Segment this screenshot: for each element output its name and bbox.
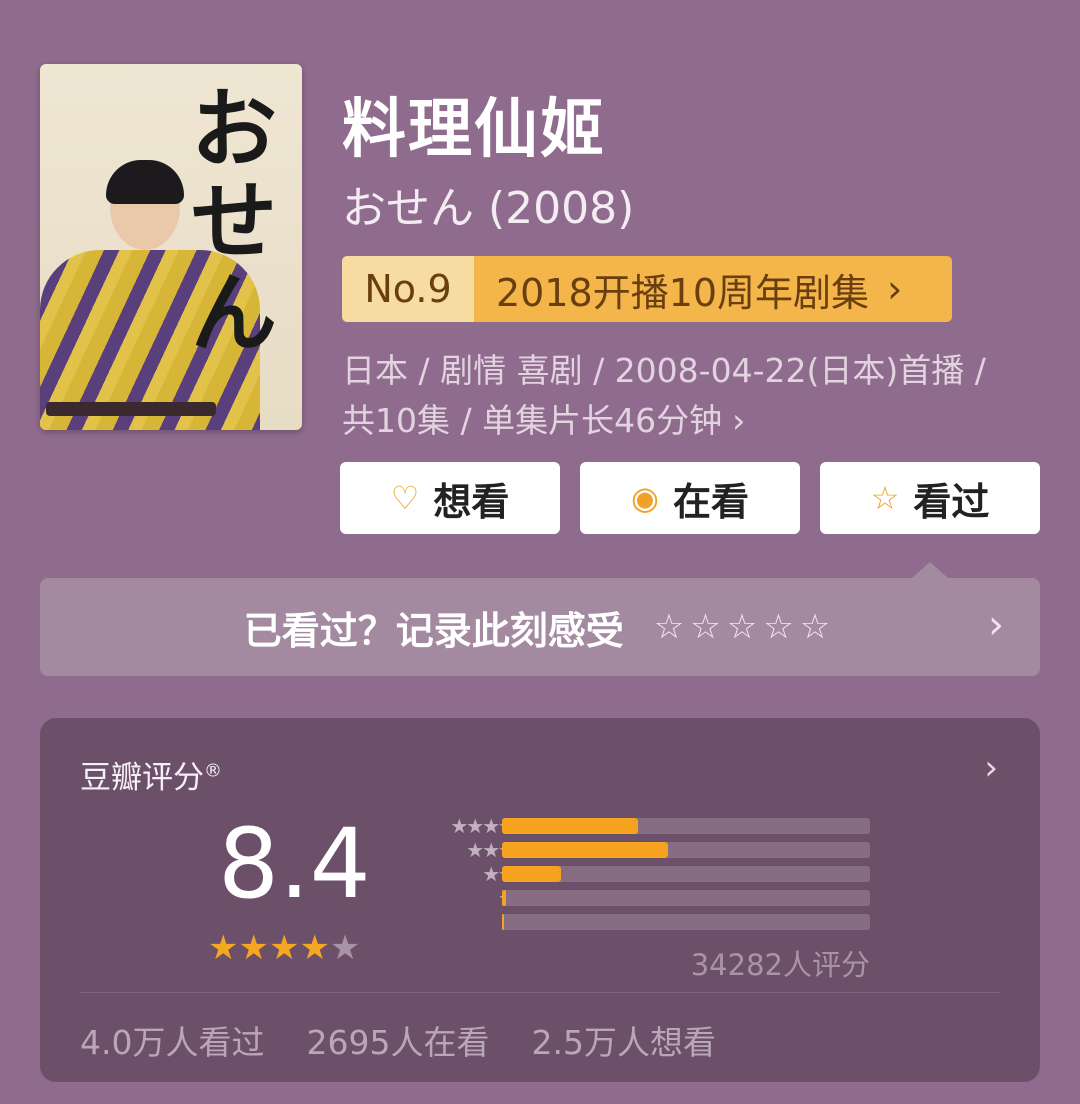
watched-count[interactable]: 4.0万人看过 (80, 1016, 264, 1064)
distribution-track (502, 914, 870, 930)
record-feeling-bar[interactable]: 已看过？记录此刻感受 ☆☆☆☆☆ › (40, 578, 1040, 676)
distribution-row-2: ★★ (380, 886, 872, 910)
distribution-track (502, 818, 870, 834)
watching-label: 在看 (672, 479, 749, 524)
distribution-row-1: ★ (380, 910, 872, 934)
record-bar-pointer (912, 562, 948, 578)
watching-count[interactable]: 2695人在看 (306, 1016, 489, 1064)
douban-rating-card[interactable]: 豆瓣评分® › 8.4 ★★★★★ ★★★★★ ★★★★ ★★★ ★★ ★ 34… (40, 718, 1040, 1082)
poster-tray (46, 402, 216, 416)
chevron-right-icon: › (887, 267, 903, 311)
vote-count: 34282人评分 (690, 948, 870, 982)
distribution-bar-2 (502, 890, 506, 906)
distribution-track (502, 890, 870, 906)
audience-stats: 4.0万人看过 2695人在看 2.5万人想看 (80, 1016, 716, 1064)
rating-score: 8.4 (218, 808, 371, 920)
chevron-right-icon: › (732, 401, 746, 440)
ranking-label: 2018开播10周年剧集 › (474, 256, 952, 322)
page-title: 料理仙姬 (342, 93, 606, 167)
distribution-track (502, 866, 870, 882)
original-title: おせん (2008) (342, 183, 635, 234)
show-info[interactable]: 日本 / 剧情 喜剧 / 2008-04-22(日本)首播 / 共10集 / 单… (342, 346, 1052, 446)
distribution-row-4: ★★★★ (380, 838, 872, 862)
distribution-track (502, 842, 870, 858)
watched-label: 看过 (913, 479, 990, 524)
poster-calligraphy: おせん (191, 79, 277, 364)
chevron-right-icon: › (988, 602, 1004, 648)
registered-mark: ® (204, 760, 222, 782)
distribution-row-5: ★★★★★ (380, 814, 872, 838)
distribution-bar-4 (502, 842, 668, 858)
want-to-watch-button[interactable]: ♡ 想看 (340, 462, 560, 534)
divider (80, 992, 1000, 993)
record-feeling-text: 已看过？记录此刻感受 (243, 608, 624, 653)
distribution-bar-3 (502, 866, 561, 882)
chevron-right-icon[interactable]: › (984, 748, 998, 788)
poster-figure-hair (106, 160, 184, 204)
ranking-badge[interactable]: No.9 2018开播10周年剧集 › (342, 256, 952, 322)
filled-stars-icon: ★★★★ (208, 928, 330, 968)
poster-image[interactable]: おせん (40, 64, 302, 430)
want-to-watch-label: 想看 (433, 479, 510, 524)
empty-star-icon: ★ (329, 928, 361, 968)
target-icon: ◉ (631, 479, 659, 517)
rating-card-title-text: 豆瓣评分 (80, 760, 204, 796)
want-count[interactable]: 2.5万人想看 (531, 1016, 715, 1064)
rating-card-title: 豆瓣评分® (80, 752, 222, 797)
watched-button[interactable]: ☆ 看过 (820, 462, 1040, 534)
distribution-row-3: ★★★ (380, 862, 872, 886)
heart-plus-icon: ♡ (390, 479, 420, 517)
distribution-bar-5 (502, 818, 639, 834)
rating-stars-input[interactable]: ☆☆☆☆☆ (654, 607, 836, 647)
ranking-number: No.9 (342, 256, 474, 322)
star-icon: ☆ (870, 479, 900, 517)
rating-stars: ★★★★★ (208, 928, 360, 968)
watching-button[interactable]: ◉ 在看 (580, 462, 800, 534)
show-info-line2: 共10集 / 单集片长46分钟 › (342, 396, 1052, 446)
ranking-label-text: 2018开播10周年剧集 (496, 270, 870, 315)
show-info-line1: 日本 / 剧情 喜剧 / 2008-04-22(日本)首播 / (342, 351, 986, 390)
show-info-episodes: 共10集 / 单集片长46分钟 (342, 401, 723, 440)
distribution-bar-1 (502, 914, 505, 930)
